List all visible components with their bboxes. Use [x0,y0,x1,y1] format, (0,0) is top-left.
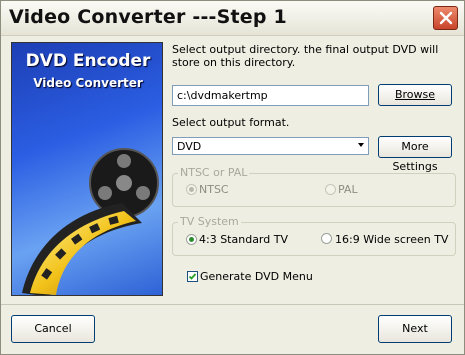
standard-tv-radio[interactable] [186,234,197,245]
output-directory-input[interactable]: c:\dvdmakertmp [172,85,369,106]
pal-radio[interactable] [325,184,336,195]
next-button[interactable]: Next [378,315,452,343]
close-icon [439,11,453,25]
checkmark-icon [188,273,197,280]
footer-divider [1,304,464,305]
cancel-button[interactable]: Cancel [11,315,95,343]
tv-system-legend: TV System [178,215,241,228]
next-button-label: Next [402,322,428,335]
widescreen-tv-radio[interactable] [321,233,332,244]
standard-tv-label: 4:3 Standard TV [199,233,288,246]
browse-button[interactable]: Browse [378,84,452,106]
close-button[interactable] [433,6,458,30]
window-title: Video Converter ---Step 1 [9,6,287,28]
ntsc-pal-legend: NTSC or PAL [178,166,250,179]
chevron-down-icon[interactable] [358,143,364,147]
generate-dvd-menu-checkbox[interactable] [187,271,198,282]
dialog-window: Video Converter ---Step 1 DVD Encoder Vi… [0,0,465,355]
widescreen-tv-label: 16:9 Wide screen TV [335,233,449,246]
output-format-value: DVD [177,140,202,153]
film-reel-graphic [22,148,159,295]
output-format-label: Select output format. [172,116,290,129]
output-format-select[interactable]: DVD [172,137,369,155]
pal-radio-label: PAL [338,183,358,196]
generate-dvd-menu-label: Generate DVD Menu [200,270,313,283]
ntsc-radio[interactable] [186,184,197,195]
more-settings-button[interactable]: More Settings [378,136,452,173]
cancel-button-label: Cancel [34,322,72,335]
more-settings-label: More Settings [392,140,438,173]
product-banner: DVD Encoder Video Converter [11,42,163,296]
title-bar[interactable]: Video Converter ---Step 1 [1,1,464,36]
output-directory-label: Select output directory. the final outpu… [172,43,439,69]
browse-button-label: Browse [394,88,436,101]
ntsc-radio-label: NTSC [199,183,229,196]
